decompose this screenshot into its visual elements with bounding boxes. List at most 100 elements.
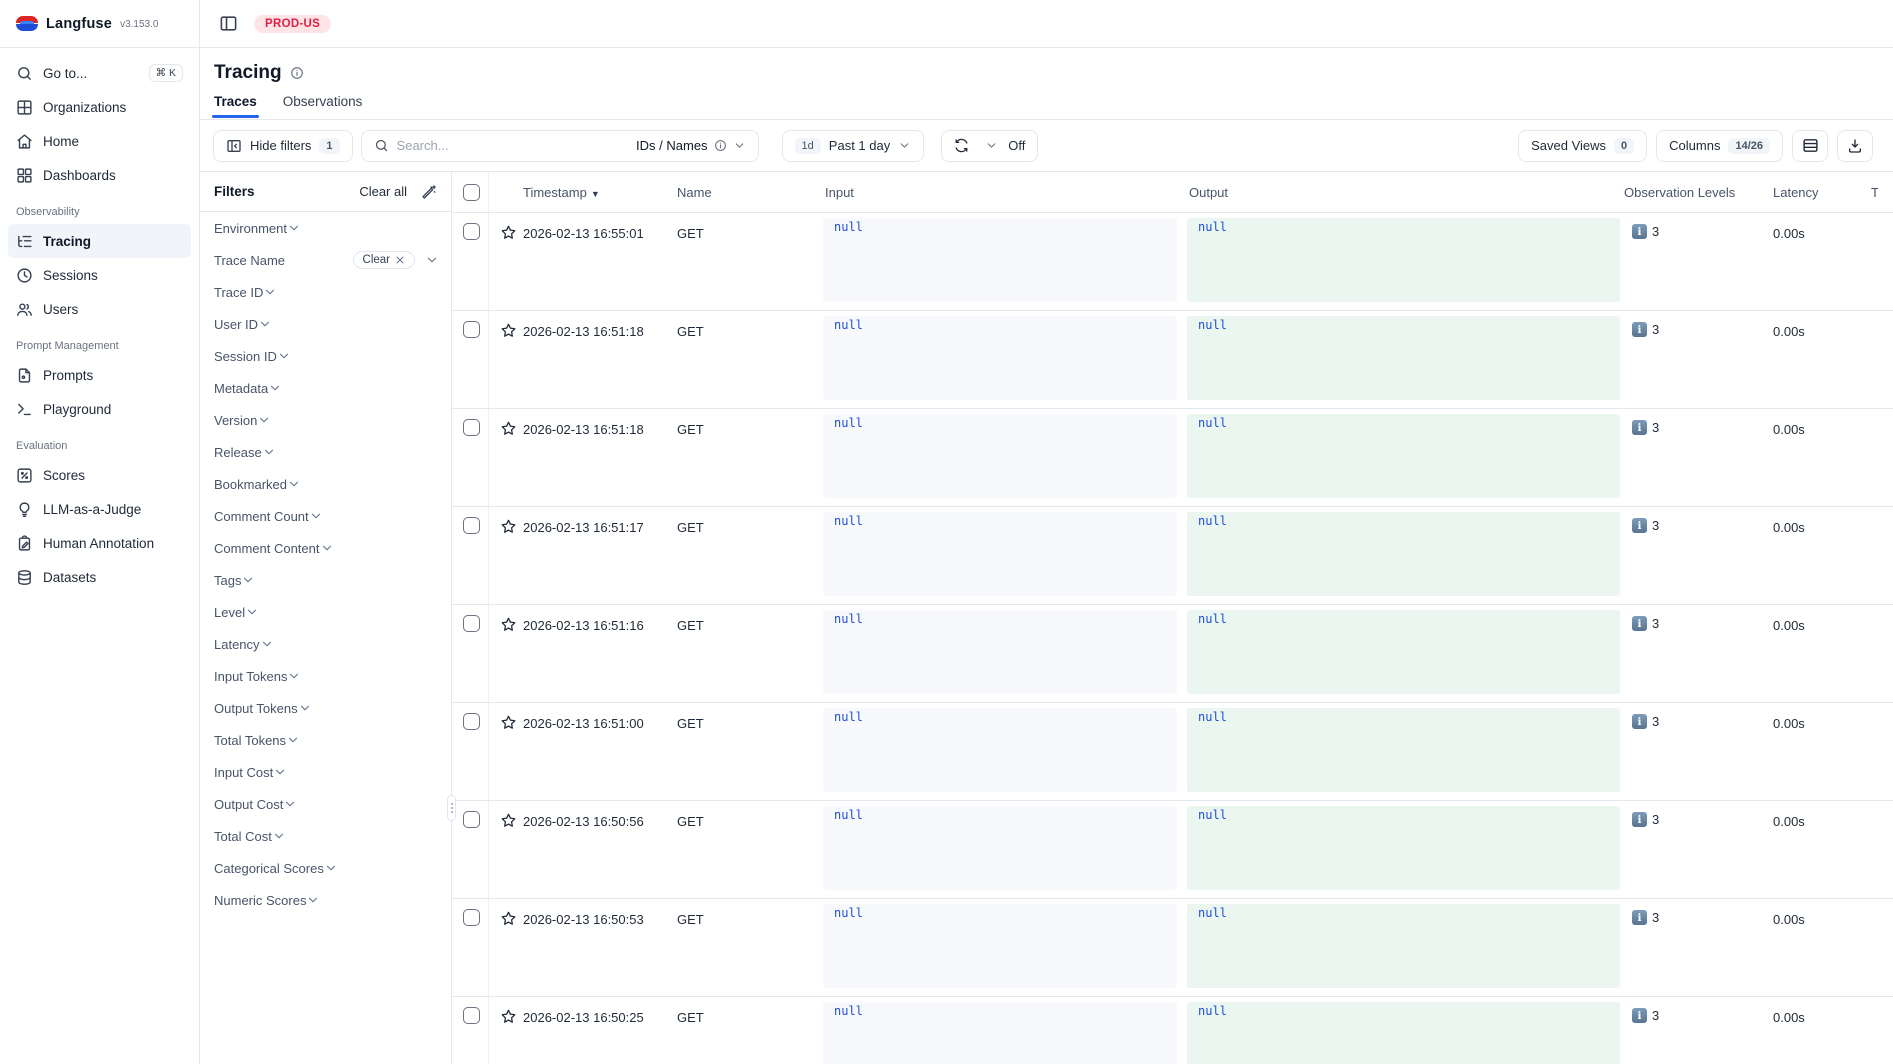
bookmark-star-icon[interactable]: [500, 322, 517, 339]
filter-row[interactable]: Trace Name Clear: [200, 244, 451, 276]
filter-row[interactable]: Environment: [200, 212, 451, 244]
table-row[interactable]: 2026-02-13 16:50:25 GET null null i 3 0.…: [452, 997, 1893, 1064]
sidebar-item-home[interactable]: Home: [8, 124, 191, 158]
bookmark-star-icon[interactable]: [500, 616, 517, 633]
input-cell[interactable]: null: [823, 316, 1177, 400]
output-cell[interactable]: null: [1187, 316, 1620, 400]
sidebar-item-organizations[interactable]: Organizations: [8, 90, 191, 124]
table-row[interactable]: 2026-02-13 16:51:17 GET null null i 3 0.…: [452, 507, 1893, 605]
tab-observations[interactable]: Observations: [283, 94, 363, 117]
filter-row[interactable]: Release: [200, 436, 451, 468]
filter-row[interactable]: Session ID: [200, 340, 451, 372]
filter-row[interactable]: Total Cost: [200, 820, 451, 852]
filter-row[interactable]: Total Tokens: [200, 724, 451, 756]
row-checkbox[interactable]: [463, 517, 480, 534]
input-cell[interactable]: null: [823, 708, 1177, 792]
sidebar-item-datasets[interactable]: Datasets: [8, 560, 191, 594]
bookmark-star-icon[interactable]: [500, 1008, 517, 1025]
input-cell[interactable]: null: [823, 904, 1177, 988]
table-row[interactable]: 2026-02-13 16:51:16 GET null null i 3 0.…: [452, 605, 1893, 703]
table-row[interactable]: 2026-02-13 16:50:56 GET null null i 3 0.…: [452, 801, 1893, 899]
search-mode-select[interactable]: IDs / Names: [636, 138, 746, 153]
row-checkbox[interactable]: [463, 223, 480, 240]
refresh-group[interactable]: Off: [941, 130, 1038, 162]
select-all-checkbox[interactable]: [463, 184, 480, 201]
sidebar-item-tracing[interactable]: Tracing: [8, 224, 191, 258]
output-cell[interactable]: null: [1187, 708, 1620, 792]
filter-row[interactable]: User ID: [200, 308, 451, 340]
table-row[interactable]: 2026-02-13 16:51:18 GET null null i 3 0.…: [452, 311, 1893, 409]
input-cell[interactable]: null: [823, 806, 1177, 890]
sidebar-item-llm-as-a-judge[interactable]: LLM-as-a-Judge: [8, 492, 191, 526]
filter-row[interactable]: Input Tokens: [200, 660, 451, 692]
output-cell[interactable]: null: [1187, 610, 1620, 694]
filter-row[interactable]: Output Cost: [200, 788, 451, 820]
row-checkbox[interactable]: [463, 419, 480, 436]
sidebar-item-dashboards[interactable]: Dashboards: [8, 158, 191, 192]
filter-row[interactable]: Tags: [200, 564, 451, 596]
table-row[interactable]: 2026-02-13 16:50:53 GET null null i 3 0.…: [452, 899, 1893, 997]
sidebar-toggle-icon[interactable]: [214, 10, 242, 38]
environment-badge[interactable]: PROD-US: [254, 15, 331, 33]
saved-views-button[interactable]: Saved Views 0: [1518, 130, 1647, 162]
sidebar-item-users[interactable]: Users: [8, 292, 191, 326]
row-checkbox[interactable]: [463, 713, 480, 730]
columns-button[interactable]: Columns 14/26: [1656, 130, 1783, 162]
row-checkbox[interactable]: [463, 1007, 480, 1024]
output-cell[interactable]: null: [1187, 904, 1620, 988]
input-cell[interactable]: null: [823, 218, 1177, 302]
row-checkbox[interactable]: [463, 811, 480, 828]
wand-sparkles-icon[interactable]: [421, 184, 437, 200]
filter-row[interactable]: Comment Content: [200, 532, 451, 564]
input-cell[interactable]: null: [823, 512, 1177, 596]
input-cell[interactable]: null: [823, 610, 1177, 694]
filter-row[interactable]: Level: [200, 596, 451, 628]
filter-row[interactable]: Numeric Scores: [200, 884, 451, 916]
input-cell[interactable]: null: [823, 414, 1177, 498]
row-checkbox[interactable]: [463, 321, 480, 338]
column-header-timestamp[interactable]: Timestamp▼: [523, 185, 600, 200]
row-checkbox[interactable]: [463, 615, 480, 632]
output-cell[interactable]: null: [1187, 218, 1620, 302]
row-checkbox[interactable]: [463, 909, 480, 926]
panel-resize-handle[interactable]: [447, 795, 456, 821]
tab-traces[interactable]: Traces: [214, 94, 257, 117]
filter-row[interactable]: Metadata: [200, 372, 451, 404]
table-row[interactable]: 2026-02-13 16:51:00 GET null null i 3 0.…: [452, 703, 1893, 801]
filter-row[interactable]: Version: [200, 404, 451, 436]
hide-filters-button[interactable]: Hide filters 1: [213, 130, 353, 162]
sidebar-item-scores[interactable]: Scores: [8, 458, 191, 492]
column-header-latency[interactable]: Latency: [1773, 185, 1819, 200]
input-cell[interactable]: null: [823, 1002, 1177, 1064]
clear-filter-pill[interactable]: Clear: [353, 251, 415, 269]
info-icon[interactable]: [290, 66, 304, 80]
clear-all-filters-button[interactable]: Clear all: [359, 184, 407, 199]
filter-row[interactable]: Bookmarked: [200, 468, 451, 500]
output-cell[interactable]: null: [1187, 414, 1620, 498]
sidebar-item-human-annotation[interactable]: Human Annotation: [8, 526, 191, 560]
column-header-name[interactable]: Name: [677, 185, 712, 200]
column-header-output[interactable]: Output: [1189, 185, 1228, 200]
search-input[interactable]: Search... IDs / Names: [361, 130, 759, 162]
bookmark-star-icon[interactable]: [500, 420, 517, 437]
filter-row[interactable]: Output Tokens: [200, 692, 451, 724]
filter-row[interactable]: Comment Count: [200, 500, 451, 532]
column-header-input[interactable]: Input: [825, 185, 854, 200]
goto-search[interactable]: Go to... ⌘ K: [8, 56, 191, 90]
bookmark-star-icon[interactable]: [500, 910, 517, 927]
row-height-button[interactable]: [1792, 130, 1828, 162]
filter-row[interactable]: Trace ID: [200, 276, 451, 308]
output-cell[interactable]: null: [1187, 1002, 1620, 1064]
output-cell[interactable]: null: [1187, 806, 1620, 890]
filter-row[interactable]: Input Cost: [200, 756, 451, 788]
sidebar-item-sessions[interactable]: Sessions: [8, 258, 191, 292]
bookmark-star-icon[interactable]: [500, 224, 517, 241]
sidebar-item-playground[interactable]: Playground: [8, 392, 191, 426]
bookmark-star-icon[interactable]: [500, 518, 517, 535]
filter-row[interactable]: Latency: [200, 628, 451, 660]
filter-row[interactable]: Categorical Scores: [200, 852, 451, 884]
refresh-icon[interactable]: [954, 138, 969, 153]
output-cell[interactable]: null: [1187, 512, 1620, 596]
table-row[interactable]: 2026-02-13 16:55:01 GET null null i 3 0.…: [452, 213, 1893, 311]
bookmark-star-icon[interactable]: [500, 812, 517, 829]
